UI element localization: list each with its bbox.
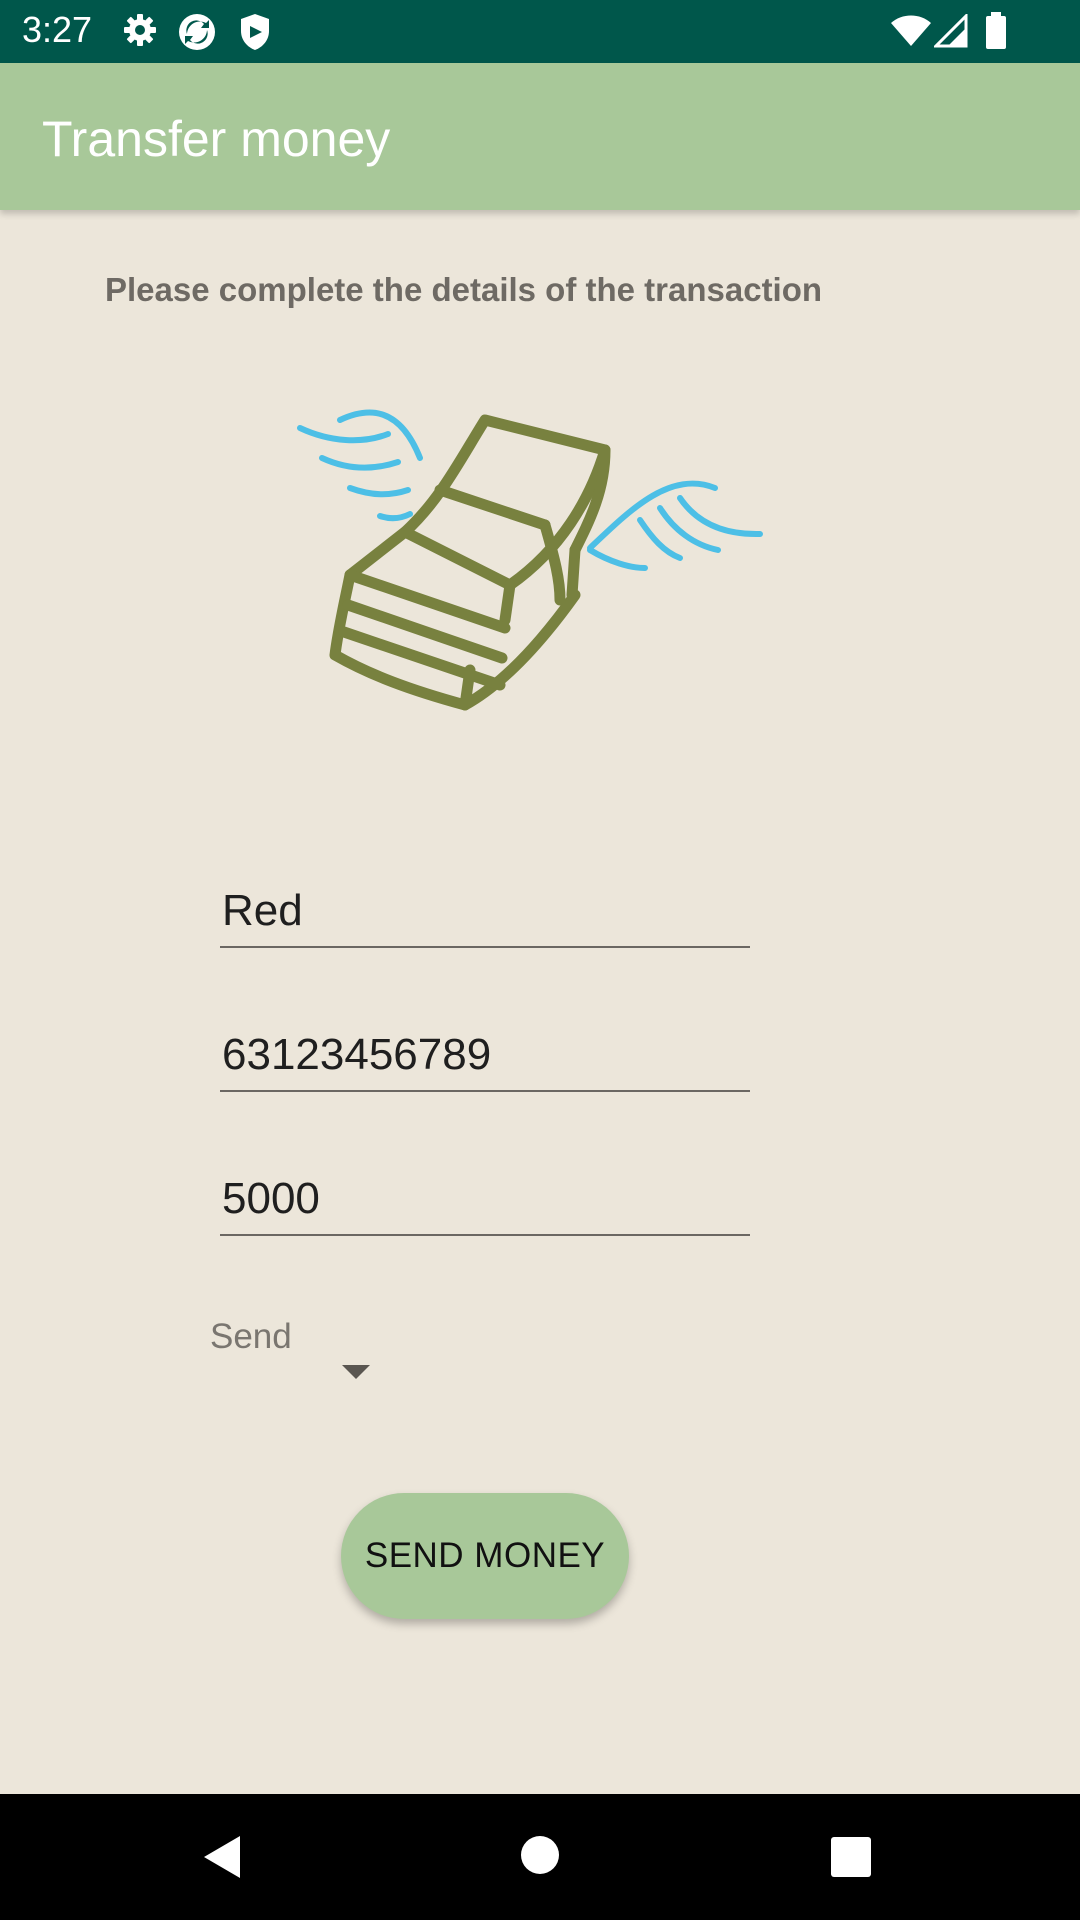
wifi-icon [890,14,932,53]
app-bar: Transfer money [0,63,1080,210]
cell-signal-icon [932,12,968,53]
chevron-down-icon [342,1365,370,1386]
battery-icon [984,12,1008,55]
status-bar: 3:27 [0,0,1080,63]
amount-field[interactable]: 5000 [220,1166,750,1236]
send-money-button[interactable]: SEND MONEY [341,1493,629,1619]
recipient-name-field[interactable]: Red [220,878,750,948]
shield-icon [238,12,272,57]
back-icon[interactable] [200,1834,246,1885]
sync-icon [177,12,217,57]
transaction-type-spinner[interactable]: Send [210,1315,380,1385]
flying-money-icon [290,400,790,750]
account-number-field[interactable]: 63123456789 [220,1022,750,1092]
page-title: Transfer money [42,111,391,167]
spinner-selected-value: Send [210,1317,292,1356]
account-number-value: 63123456789 [222,1030,492,1079]
recents-icon[interactable] [830,1836,872,1883]
settings-icon [122,12,158,53]
nav-bar [0,1794,1080,1920]
amount-value: 5000 [222,1174,320,1223]
instruction-text: Please complete the details of the trans… [105,271,823,308]
home-icon[interactable] [519,1834,561,1881]
status-time: 3:27 [22,9,93,50]
recipient-name-value: Red [222,886,303,935]
